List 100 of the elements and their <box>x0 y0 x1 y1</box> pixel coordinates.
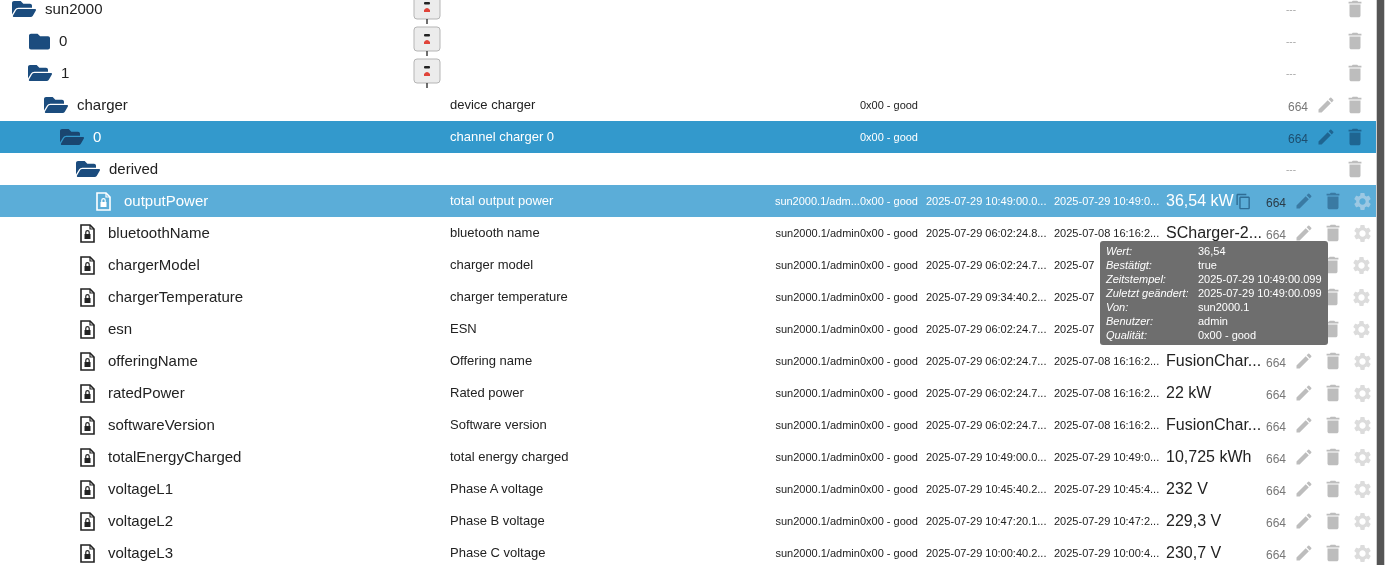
timestamp-text: 2025-07-29 06:02:24.7... <box>926 322 1047 335</box>
object-id: voltageL3 <box>108 542 174 563</box>
quality-text: 0x00 - good <box>859 513 918 529</box>
timestamp-text: 2025-07-29 10:47:20.1... <box>926 514 1047 527</box>
value-text: 230,7 V <box>1166 543 1222 563</box>
quality-text: 0x00 - good <box>859 545 918 561</box>
last-changed-text: 2025-07-29 10:49:0... <box>1054 450 1160 463</box>
object-id: offeringName <box>108 350 198 371</box>
acl-text: 664 <box>1266 387 1287 404</box>
quality-text: 0x00 - good <box>859 449 918 465</box>
last-changed-text: 2025-07-08 16:16:2... <box>1054 418 1160 431</box>
no-acl-text: --- <box>1286 2 1296 17</box>
object-id: voltageL1 <box>108 478 174 499</box>
from-text: sun2000.1/admin <box>775 353 860 369</box>
timestamp-text: 2025-07-29 06:02:24.7... <box>926 354 1047 367</box>
timestamp-text: 2025-07-29 10:00:40.2... <box>926 546 1047 559</box>
value-text: 232 V <box>1166 479 1208 499</box>
no-acl-text: --- <box>1286 34 1296 49</box>
quality-text: 0x00 - good <box>859 193 918 209</box>
tooltip-value: 0x00 - good <box>1198 328 1257 342</box>
tooltip-label: Von: <box>1106 300 1130 314</box>
object-id: esn <box>108 318 133 339</box>
object-name: Phase C voltage <box>450 545 546 561</box>
object-name: total output power <box>450 193 554 209</box>
object-id: 1 <box>61 62 70 83</box>
quality-text: 0x00 - good <box>859 129 918 145</box>
value-text: FusionChar... <box>1166 351 1262 371</box>
object-name: charger model <box>450 257 534 273</box>
object-name: charger temperature <box>450 289 568 305</box>
last-changed-text: 2025-07-08 16:16:2... <box>1054 226 1160 239</box>
tooltip-label: Benutzer: <box>1106 314 1155 328</box>
object-id: voltageL2 <box>108 510 174 531</box>
acl-text: 664 <box>1266 195 1287 212</box>
timestamp-text: 2025-07-29 06:02:24.8... <box>926 226 1047 239</box>
from-text: sun2000.1/admin <box>775 289 860 305</box>
last-changed-text: 2025-07-29 10:47:2... <box>1054 514 1160 527</box>
object-id: 0 <box>59 30 68 51</box>
object-id: outputPower <box>124 190 209 211</box>
acl-text: 664 <box>1266 547 1287 564</box>
timestamp-text: 2025-07-29 06:02:24.7... <box>926 258 1047 271</box>
last-changed-text: 2025-07-08 16:16:2... <box>1054 354 1160 367</box>
quality-text: 0x00 - good <box>859 417 918 433</box>
tooltip-value: 2025-07-29 10:49:00.099 <box>1198 286 1322 300</box>
from-text: sun2000.1/admin <box>775 257 860 273</box>
acl-text: 664 <box>1287 99 1308 116</box>
quality-text: 0x00 - good <box>859 289 918 305</box>
tooltip-label: Zuletzt geändert: <box>1106 286 1190 300</box>
from-text: sun2000.1/admin <box>775 481 860 497</box>
from-text: sun2000.1/admin <box>775 321 860 337</box>
quality-text: 0x00 - good <box>859 481 918 497</box>
timestamp-text: 2025-07-29 10:45:40.2... <box>926 482 1047 495</box>
timestamp-text: 2025-07-29 10:49:00.0... <box>926 450 1047 463</box>
last-changed-text: 2025-07-29 10:49:0... <box>1054 194 1160 207</box>
tree-row[interactable]: outputPower total output power sun2000.1/adm...0x00 - good 2025-07-29 10:49:00.0... 2025-07-29 10:49:0... 36,54 kW 664 <box>0 185 1376 217</box>
acl-text: 664 <box>1266 483 1287 500</box>
last-changed-text: 2025-07 <box>1054 258 1095 271</box>
from-text: sun2000.1/admin <box>775 545 860 561</box>
object-name: Offering name <box>450 353 533 369</box>
from-text: sun2000.1/adm... <box>774 193 860 209</box>
acl-text: 664 <box>1266 227 1287 244</box>
tooltip-value: sun2000.1 <box>1198 300 1250 314</box>
tooltip-value: true <box>1198 258 1217 272</box>
object-id: totalEnergyCharged <box>108 446 242 467</box>
quality-text: 0x00 - good <box>859 385 918 401</box>
timestamp-text: 2025-07-29 09:34:40.2... <box>926 290 1047 303</box>
value-text: 229,3 V <box>1166 511 1222 531</box>
from-text: sun2000.1/admin <box>775 385 860 401</box>
object-id: softwareVersion <box>108 414 215 435</box>
acl-text: 664 <box>1287 131 1308 148</box>
acl-text: 664 <box>1266 451 1287 468</box>
value-text: FusionChar... <box>1166 415 1262 435</box>
last-changed-text: 2025-07 <box>1054 290 1095 303</box>
quality-text: 0x00 - good <box>859 353 918 369</box>
tooltip-label: Bestätigt: <box>1106 258 1153 272</box>
object-name: Rated power <box>450 385 524 401</box>
last-changed-text: 2025-07 <box>1054 322 1095 335</box>
object-name: Software version <box>450 417 547 433</box>
value-text: 22 kW <box>1166 383 1212 403</box>
from-text: sun2000.1/admin <box>775 225 860 241</box>
acl-text: 664 <box>1266 515 1287 532</box>
quality-text: 0x00 - good <box>859 225 918 241</box>
object-name: Phase B voltage <box>450 513 545 529</box>
timestamp-text: 2025-07-29 06:02:24.7... <box>926 418 1047 431</box>
last-changed-text: 2025-07-08 16:16:2... <box>1054 386 1160 399</box>
timestamp-text: 2025-07-29 06:02:24.7... <box>926 386 1047 399</box>
object-id: derived <box>109 158 159 179</box>
quality-text: 0x00 - good <box>859 321 918 337</box>
object-name: ESN <box>450 321 477 337</box>
acl-text: 664 <box>1266 419 1287 436</box>
object-id: ratedPower <box>108 382 185 403</box>
object-name: Phase A voltage <box>450 481 544 497</box>
tooltip-label: Qualität: <box>1106 328 1148 342</box>
object-name: total energy charged <box>450 449 569 465</box>
quality-text: 0x00 - good <box>859 257 918 273</box>
last-changed-text: 2025-07-29 10:00:4... <box>1054 546 1160 559</box>
object-id: bluetoothName <box>108 222 210 243</box>
value-text: 36,54 kW <box>1166 191 1234 211</box>
acl-text: 664 <box>1266 355 1287 372</box>
object-id: sun2000 <box>45 0 103 19</box>
from-text: sun2000.1/admin <box>775 513 860 529</box>
